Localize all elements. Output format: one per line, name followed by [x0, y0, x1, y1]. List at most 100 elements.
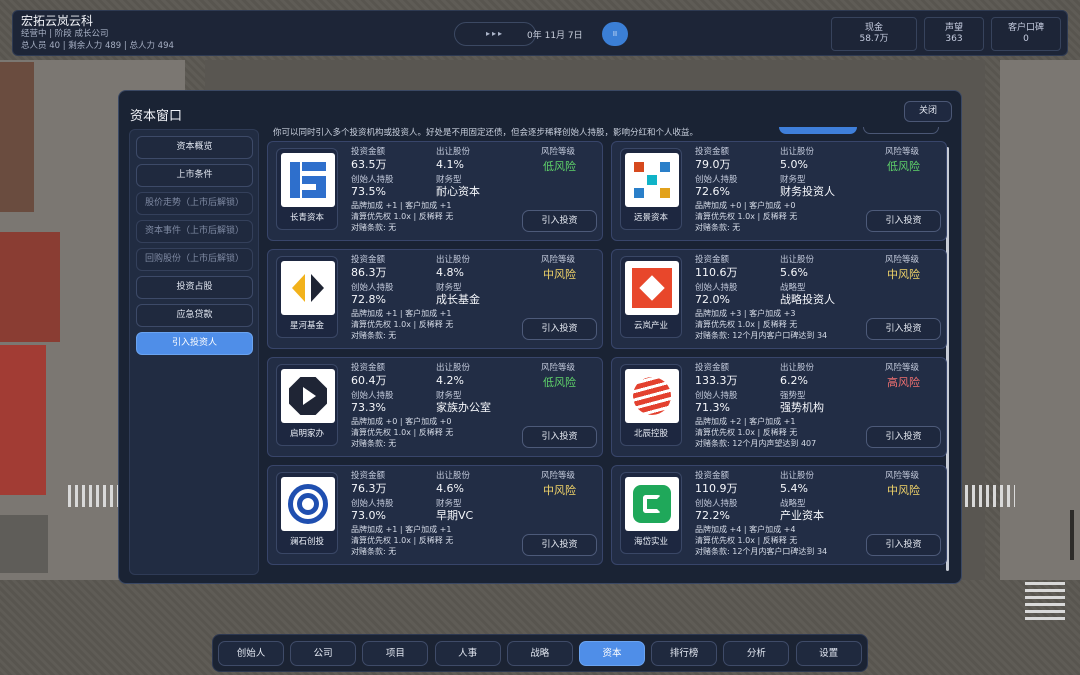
cash-stat: 现金 58.7万 [831, 17, 917, 51]
invest-button[interactable]: 引入投资 [866, 318, 941, 340]
capital-sidebar: 资本概览 上市条件 股价走势（上市后解锁） 资本事件（上市后解锁） 回购股份（上… [129, 129, 259, 575]
investor-logo: 云岚产业 [620, 256, 682, 338]
invest-amount-label: 投资金额 [695, 147, 730, 157]
invest-button[interactable]: 引入投资 [522, 210, 597, 232]
equity-value: 4.1% [436, 158, 464, 171]
nav-tab-strategy[interactable]: 战略 [506, 641, 573, 666]
investor-name: 海岱实业 [633, 537, 668, 547]
invest-amount: 60.4万 [351, 374, 387, 387]
invest-amount-label: 投资金额 [351, 471, 386, 481]
sidebar-item-stock-trend[interactable]: 股价走势（上市后解锁） [136, 192, 253, 215]
invest-amount-label: 投资金额 [351, 255, 386, 265]
bonus-line: 品牌加成 +4 | 客户加成 +4 [695, 525, 796, 534]
investor-card: 澜石创投 投资金额 76.3万 出让股份 4.6% 风险等级 中风险 创始人持股 73.0% 财务… [267, 465, 603, 565]
invest-button[interactable]: 引入投资 [866, 534, 941, 556]
founder-share: 73.5% [351, 185, 386, 198]
invest-button[interactable]: 引入投资 [866, 210, 941, 232]
stat-value: 0 [1023, 34, 1029, 45]
founder-share-label: 创始人持股 [351, 175, 394, 185]
sidebar-item-emergency-loan[interactable]: 应急贷款 [136, 304, 253, 327]
building [0, 62, 34, 212]
investor-card: 远景资本 投资金额 79.0万 出让股份 5.0% 风险等级 低风险 创始人持股 72.6% 财务… [611, 141, 947, 241]
investor-name: 远景资本 [633, 213, 668, 223]
risk-badge: 低风险 [543, 160, 576, 173]
investment-notice: 你可以同时引入多个投资机构或投资人。好处是不用固定还债，但会逐步稀释创始人持股，… [273, 128, 699, 138]
founder-share: 73.3% [351, 401, 386, 414]
stat-label: 现金 [864, 23, 883, 33]
clause-line: 对赌条款: 无 [351, 439, 397, 448]
clause-line: 对赌条款: 无 [695, 223, 741, 232]
equity-value: 5.4% [780, 482, 808, 495]
invest-button[interactable]: 引入投资 [522, 426, 597, 448]
sidebar-item-equity-holdings[interactable]: 投资占股 [136, 276, 253, 299]
bonus-line: 品牌加成 +0 | 客户加成 +0 [351, 417, 452, 426]
pause-icon: II [612, 30, 618, 38]
investor-list: 你可以同时引入多个投资机构或投资人。好处是不用固定还债，但会逐步稀释创始人持股，… [265, 127, 953, 575]
investor-type: 成长基金 [436, 293, 480, 306]
clause-line: 对赌条款: 12个月内客户口碑达到 34 [695, 331, 828, 340]
risk-badge: 中风险 [887, 268, 920, 281]
investor-type-label: 财务型 [436, 391, 462, 401]
tab-button-cut-off[interactable] [779, 127, 857, 134]
crosswalk [68, 485, 118, 507]
nav-tab-leaderboard[interactable]: 排行榜 [651, 641, 718, 666]
nav-tab-company[interactable]: 公司 [290, 641, 357, 666]
staff-summary: 总人员 40 | 剩余人力 489 | 总人力 494 [21, 40, 174, 51]
risk-label: 风险等级 [885, 471, 920, 481]
founder-share-label: 创始人持股 [351, 391, 394, 401]
invest-button[interactable]: 引入投资 [522, 318, 597, 340]
founder-share-label: 创始人持股 [695, 175, 738, 185]
bonus-line: 品牌加成 +1 | 客户加成 +1 [351, 201, 452, 210]
investor-type: 强势机构 [780, 401, 824, 414]
investor-name: 北辰控股 [633, 429, 668, 439]
equity-value: 5.6% [780, 266, 808, 279]
sidebar-item-listing-conditions[interactable]: 上市条件 [136, 164, 253, 187]
risk-badge: 低风险 [887, 160, 920, 173]
risk-badge: 中风险 [543, 484, 576, 497]
tab-button-cut-off[interactable] [863, 127, 939, 134]
terms-line: 清算优先权 1.0x | 反稀释 无 [695, 428, 798, 437]
invest-button[interactable]: 引入投资 [522, 534, 597, 556]
pause-button[interactable]: II [602, 22, 628, 46]
company-info: 宏拓云岚云科 经营中 | 阶段 成长公司 总人员 40 | 剩余人力 489 |… [21, 15, 174, 50]
investor-type: 战略投资人 [780, 293, 835, 306]
founder-share: 73.0% [351, 509, 386, 522]
founder-share-label: 创始人持股 [695, 283, 738, 293]
speed-button[interactable]: ▸▸▸ [454, 22, 536, 46]
equity-value: 4.6% [436, 482, 464, 495]
investor-card: 海岱实业 投资金额 110.9万 出让股份 5.4% 风险等级 中风险 创始人持股 72.2% 战… [611, 465, 947, 565]
sidebar-item-capital-events[interactable]: 资本事件（上市后解锁） [136, 220, 253, 243]
equity-label: 出让股份 [436, 363, 471, 373]
investor-logo: 远景资本 [620, 148, 682, 230]
risk-label: 风险等级 [541, 363, 576, 373]
game-date: 0年 11月 7日 [527, 31, 583, 41]
close-button[interactable]: 关闭 [904, 101, 952, 122]
terms-line: 清算优先权 1.0x | 反稀释 无 [351, 212, 454, 221]
nav-tab-analysis[interactable]: 分析 [723, 641, 790, 666]
risk-badge: 低风险 [543, 376, 576, 389]
investor-type-label: 强势型 [780, 391, 806, 401]
equity-label: 出让股份 [780, 147, 815, 157]
sidebar-item-overview[interactable]: 资本概览 [136, 136, 253, 159]
logo-tile [625, 153, 679, 207]
investor-name: 启明家办 [289, 429, 324, 439]
sidebar-item-bring-investors[interactable]: 引入投资人 [136, 332, 253, 355]
invest-amount: 86.3万 [351, 266, 387, 279]
haidai-logo-icon [633, 485, 671, 523]
nav-tab-settings[interactable]: 设置 [795, 641, 862, 666]
invest-button[interactable]: 引入投资 [866, 426, 941, 448]
stat-label: 声望 [944, 23, 963, 33]
nav-tab-projects[interactable]: 项目 [362, 641, 429, 666]
equity-label: 出让股份 [780, 255, 815, 265]
nav-tab-capital[interactable]: 资本 [579, 641, 645, 666]
founder-share-label: 创始人持股 [695, 391, 738, 401]
nav-tab-hr[interactable]: 人事 [434, 641, 501, 666]
founder-share-label: 创始人持股 [351, 283, 394, 293]
bonus-line: 品牌加成 +0 | 客户加成 +0 [695, 201, 796, 210]
nav-tab-founder[interactable]: 创始人 [218, 641, 284, 666]
clause-line: 对赌条款: 12个月内客户口碑达到 34 [695, 547, 828, 556]
sidebar-item-buyback[interactable]: 回购股份（上市后解锁） [136, 248, 253, 271]
clause-line: 对赌条款: 无 [351, 223, 397, 232]
logo-tile [625, 477, 679, 531]
clause-line: 对赌条款: 无 [351, 331, 397, 340]
